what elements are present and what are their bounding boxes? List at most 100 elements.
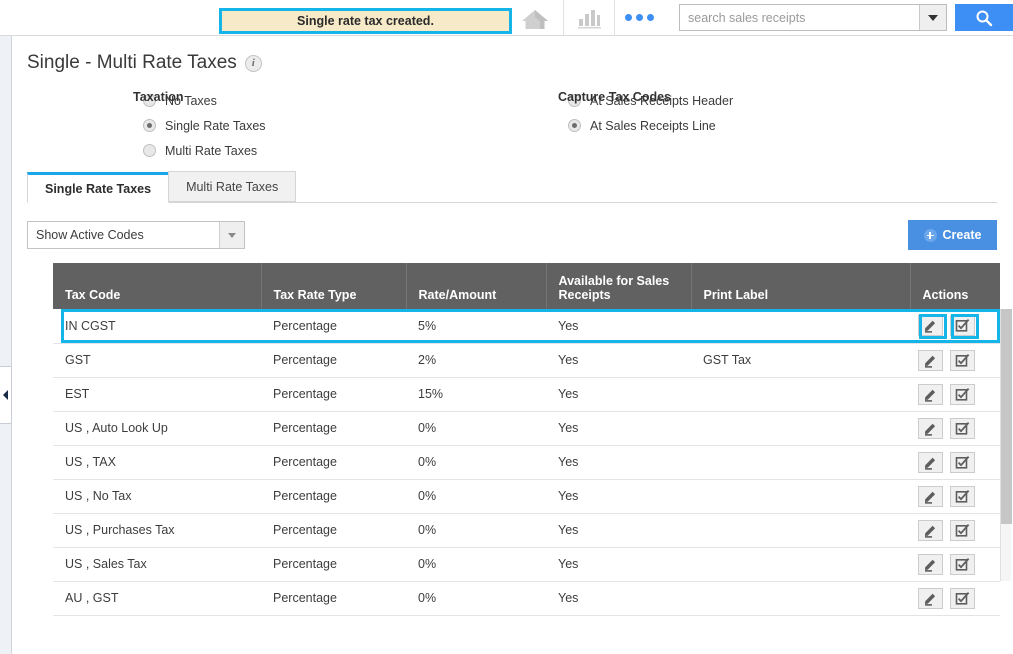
toggle-status-row-button[interactable] bbox=[950, 587, 975, 609]
ellipsis-icon bbox=[625, 14, 655, 21]
table-row[interactable]: US , Sales Tax Percentage 0% Yes bbox=[53, 547, 1000, 582]
toggle-status-row-button[interactable] bbox=[950, 553, 975, 575]
cell-actions bbox=[910, 479, 1000, 514]
column-header-print-label[interactable]: Print Label bbox=[691, 263, 911, 309]
tab-label: Multi Rate Taxes bbox=[186, 179, 279, 194]
reports-button[interactable] bbox=[562, 0, 614, 36]
table-row[interactable]: GST Percentage 2% Yes GST Tax bbox=[53, 343, 1000, 378]
cell-actions bbox=[910, 513, 1000, 548]
taxation-option-multi-rate-taxes[interactable]: Multi Rate Taxes bbox=[143, 138, 266, 163]
table-row[interactable]: US , No Tax Percentage 0% Yes bbox=[53, 479, 1000, 514]
cell-rate-amount: 5% bbox=[406, 309, 546, 344]
cell-available: Yes bbox=[546, 513, 691, 548]
row-action-group bbox=[918, 587, 1000, 609]
toggle-status-row-button[interactable] bbox=[950, 315, 975, 337]
row-action-group bbox=[918, 315, 1000, 337]
create-button[interactable]: Create bbox=[908, 220, 997, 250]
edit-row-button[interactable] bbox=[918, 349, 943, 371]
cell-tax-code: AU , GST bbox=[53, 581, 261, 616]
toast-notification: Single rate tax created. bbox=[219, 7, 512, 34]
cell-available: Yes bbox=[546, 411, 691, 446]
cell-rate-amount: 0% bbox=[406, 445, 546, 480]
table-row[interactable]: EST Percentage 15% Yes bbox=[53, 377, 1000, 412]
cell-available: Yes bbox=[546, 309, 691, 344]
checkbox-check-icon bbox=[955, 455, 970, 470]
cell-actions bbox=[910, 377, 1000, 412]
code-filter-select[interactable]: Show Active Codes bbox=[27, 221, 245, 249]
cell-available: Yes bbox=[546, 479, 691, 514]
taxation-option-single-rate-taxes[interactable]: Single Rate Taxes bbox=[143, 113, 266, 138]
edit-row-button[interactable] bbox=[918, 587, 943, 609]
search-input[interactable] bbox=[680, 5, 919, 30]
table-row[interactable]: IN CGST Percentage 5% Yes bbox=[53, 309, 1000, 344]
edit-row-button[interactable] bbox=[918, 417, 943, 439]
cell-tax-code: IN CGST bbox=[53, 309, 261, 344]
cell-tax-rate-type: Percentage bbox=[261, 513, 406, 548]
cell-print-label: GST Tax bbox=[691, 343, 910, 378]
code-filter-arrow[interactable] bbox=[219, 222, 244, 248]
cell-actions bbox=[910, 309, 1000, 344]
column-header-tax-rate-type[interactable]: Tax Rate Type bbox=[261, 263, 407, 309]
tax-codes-table: Tax Code Tax Rate Type Rate/Amount Avail… bbox=[53, 263, 1000, 616]
create-button-label: Create bbox=[942, 228, 982, 242]
tab-single-rate-taxes[interactable]: Single Rate Taxes bbox=[27, 172, 170, 203]
column-header-available[interactable]: Available for Sales Receipts bbox=[546, 263, 692, 309]
pencil-edit-icon bbox=[923, 421, 938, 436]
edit-row-button[interactable] bbox=[918, 451, 943, 473]
search-icon bbox=[976, 10, 993, 26]
table-header-row: Tax Code Tax Rate Type Rate/Amount Avail… bbox=[53, 263, 1000, 309]
cell-tax-rate-type: Percentage bbox=[261, 547, 406, 582]
pencil-edit-icon bbox=[923, 591, 938, 606]
row-action-group bbox=[918, 519, 1000, 541]
column-header-tax-code[interactable]: Tax Code bbox=[53, 263, 262, 309]
taxation-option-label: Multi Rate Taxes bbox=[165, 143, 258, 158]
toggle-status-row-button[interactable] bbox=[950, 383, 975, 405]
capture-option-line[interactable]: At Sales Receipts Line bbox=[568, 113, 733, 138]
cell-tax-rate-type: Percentage bbox=[261, 309, 406, 344]
table-row[interactable]: US , TAX Percentage 0% Yes bbox=[53, 445, 1000, 480]
toggle-status-row-button[interactable] bbox=[950, 417, 975, 439]
bar-chart-icon bbox=[576, 6, 602, 30]
search-button[interactable] bbox=[955, 4, 1013, 31]
tab-bar: Single Rate Taxes Multi Rate Taxes bbox=[27, 171, 997, 203]
cell-print-label bbox=[691, 445, 910, 480]
cell-tax-rate-type: Percentage bbox=[261, 343, 406, 378]
left-rail bbox=[0, 36, 12, 654]
pencil-edit-icon bbox=[923, 557, 938, 572]
home-button[interactable] bbox=[512, 0, 563, 36]
table-row[interactable]: US , Purchases Tax Percentage 0% Yes bbox=[53, 513, 1000, 548]
topbar-left-spacer bbox=[0, 0, 219, 35]
toggle-status-row-button[interactable] bbox=[950, 349, 975, 371]
checkbox-check-icon bbox=[955, 387, 970, 402]
row-action-group bbox=[918, 553, 1000, 575]
scrollbar-thumb[interactable] bbox=[1001, 309, 1012, 524]
table-row[interactable]: AU , GST Percentage 0% Yes bbox=[53, 581, 1000, 616]
cell-rate-amount: 0% bbox=[406, 581, 546, 616]
more-menu-button[interactable] bbox=[613, 0, 665, 36]
toggle-status-row-button[interactable] bbox=[950, 485, 975, 507]
table-scrollbar[interactable] bbox=[1000, 309, 1012, 581]
checkbox-check-icon bbox=[955, 353, 970, 368]
plus-circle-icon bbox=[923, 228, 937, 242]
edit-row-button[interactable] bbox=[918, 383, 943, 405]
cell-actions bbox=[910, 411, 1000, 446]
edit-row-button[interactable] bbox=[918, 315, 943, 337]
edit-row-button[interactable] bbox=[918, 519, 943, 541]
cell-rate-amount: 15% bbox=[406, 377, 546, 412]
tab-label: Single Rate Taxes bbox=[45, 181, 152, 196]
info-icon[interactable]: i bbox=[244, 54, 262, 72]
toggle-status-row-button[interactable] bbox=[950, 519, 975, 541]
chevron-left-icon bbox=[3, 390, 8, 400]
edit-row-button[interactable] bbox=[918, 553, 943, 575]
toggle-status-row-button[interactable] bbox=[950, 451, 975, 473]
column-header-rate-amount[interactable]: Rate/Amount bbox=[406, 263, 547, 309]
sidebar-collapse-toggle[interactable] bbox=[0, 366, 12, 424]
edit-row-button[interactable] bbox=[918, 485, 943, 507]
cell-tax-code: US , Purchases Tax bbox=[53, 513, 261, 548]
tab-multi-rate-taxes[interactable]: Multi Rate Taxes bbox=[168, 171, 297, 202]
column-header-actions: Actions bbox=[910, 263, 1000, 309]
cell-rate-amount: 0% bbox=[406, 513, 546, 548]
table-row[interactable]: US , Auto Look Up Percentage 0% Yes bbox=[53, 411, 1000, 446]
cell-print-label bbox=[691, 547, 910, 582]
search-scope-dropdown[interactable] bbox=[919, 5, 946, 30]
